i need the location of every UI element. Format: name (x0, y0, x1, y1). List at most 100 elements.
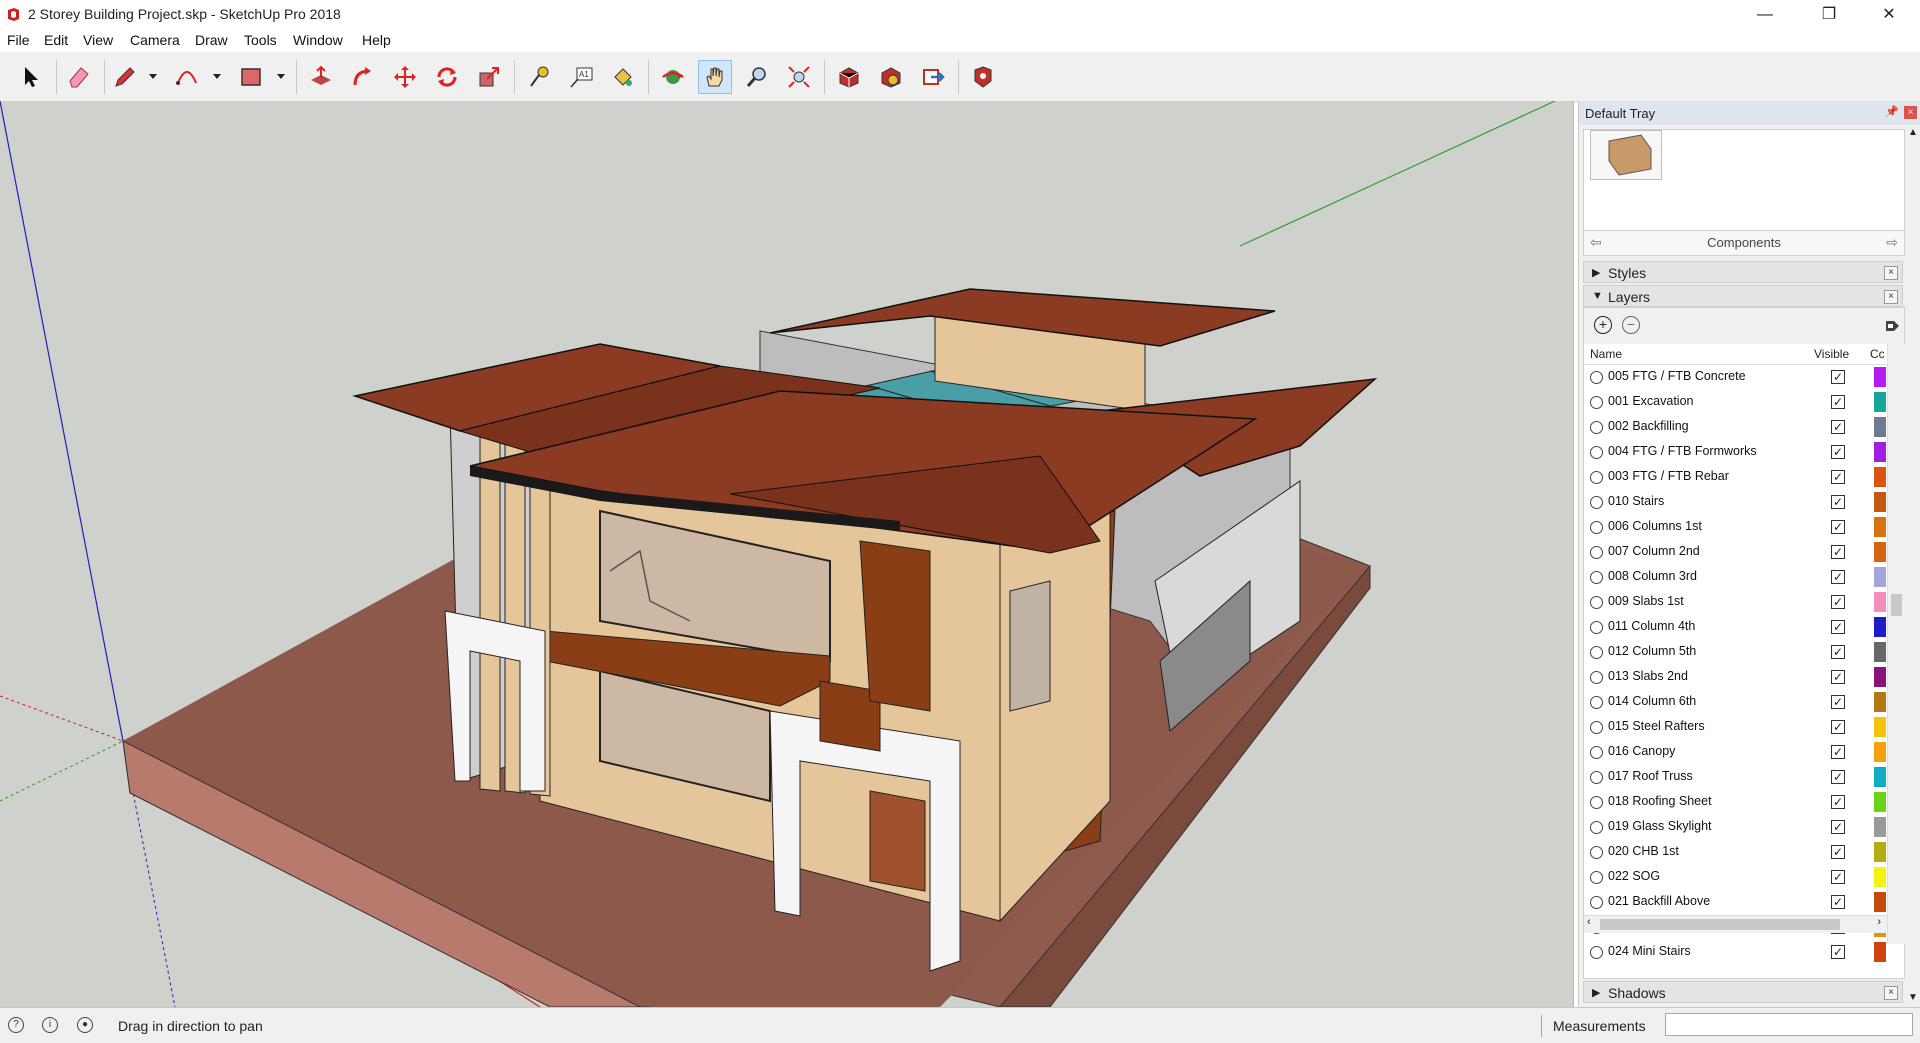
layer-row[interactable]: 020 CHB 1st ✓ (1584, 840, 1886, 865)
layer-row[interactable]: 014 Column 6th ✓ (1584, 690, 1886, 715)
active-layer-radio[interactable] (1590, 646, 1603, 659)
layer-color-swatch[interactable] (1874, 817, 1886, 837)
active-layer-radio[interactable] (1590, 546, 1603, 559)
layer-row[interactable]: 002 Backfilling ✓ (1584, 415, 1886, 440)
layer-visible-checkbox[interactable]: ✓ (1831, 845, 1845, 859)
active-layer-radio[interactable] (1590, 621, 1603, 634)
layer-color-swatch[interactable] (1874, 392, 1886, 412)
layer-row[interactable]: 003 FTG / FTB Rebar ✓ (1584, 465, 1886, 490)
layer-visible-checkbox[interactable]: ✓ (1831, 520, 1845, 534)
chevron-down-icon[interactable] (212, 71, 222, 81)
model-viewport[interactable] (0, 101, 1574, 1007)
layer-visible-checkbox[interactable]: ✓ (1831, 870, 1845, 884)
layer-row[interactable]: 024 Mini Stairs ✓ (1584, 940, 1886, 965)
forward-arrow-icon[interactable]: ⇨ (1886, 234, 1898, 251)
tray-vertical-scrollbar[interactable]: ▲ ▼ (1905, 125, 1920, 1007)
layer-name[interactable]: 005 FTG / FTB Concrete (1608, 369, 1746, 383)
layer-name[interactable]: 024 Mini Stairs (1608, 944, 1691, 958)
layer-visible-checkbox[interactable]: ✓ (1831, 695, 1845, 709)
layer-row[interactable]: 019 Glass Skylight ✓ (1584, 815, 1886, 840)
layer-visible-checkbox[interactable]: ✓ (1831, 470, 1845, 484)
layer-color-swatch[interactable] (1874, 892, 1886, 912)
active-layer-radio[interactable] (1590, 946, 1603, 959)
layer-name[interactable]: 018 Roofing Sheet (1608, 794, 1712, 808)
zoom-tool-button[interactable] (740, 60, 774, 94)
close-icon[interactable]: × (1884, 266, 1898, 280)
layer-row[interactable]: 016 Canopy ✓ (1584, 740, 1886, 765)
layer-name[interactable]: 013 Slabs 2nd (1608, 669, 1688, 683)
active-layer-radio[interactable] (1590, 771, 1603, 784)
active-layer-radio[interactable] (1590, 671, 1603, 684)
layer-visible-checkbox[interactable]: ✓ (1831, 395, 1845, 409)
active-layer-radio[interactable] (1590, 446, 1603, 459)
layer-row[interactable]: 006 Columns 1st ✓ (1584, 515, 1886, 540)
active-layer-radio[interactable] (1590, 796, 1603, 809)
paint-bucket-tool-button[interactable] (606, 60, 640, 94)
layer-visible-checkbox[interactable]: ✓ (1831, 645, 1845, 659)
layer-row[interactable]: 001 Excavation ✓ (1584, 390, 1886, 415)
select-tool-button[interactable] (14, 60, 48, 94)
active-layer-radio[interactable] (1590, 846, 1603, 859)
layer-color-swatch[interactable] (1874, 617, 1886, 637)
layer-color-swatch[interactable] (1874, 442, 1886, 462)
measurements-input[interactable] (1665, 1013, 1913, 1036)
active-layer-radio[interactable] (1590, 571, 1603, 584)
building-model-scene[interactable] (0, 101, 1573, 1007)
layer-visible-checkbox[interactable]: ✓ (1831, 895, 1845, 909)
menu-file[interactable]: File (7, 32, 30, 48)
minimize-button[interactable]: — (1742, 0, 1788, 30)
column-visible[interactable]: Visible (1814, 347, 1849, 361)
layer-row[interactable]: 004 FTG / FTB Formworks ✓ (1584, 440, 1886, 465)
layer-row[interactable]: 018 Roofing Sheet ✓ (1584, 790, 1886, 815)
menu-draw[interactable]: Draw (195, 32, 228, 48)
layer-color-swatch[interactable] (1874, 467, 1886, 487)
menu-edit[interactable]: Edit (44, 32, 68, 48)
restore-button[interactable]: ❐ (1806, 0, 1852, 30)
component-thumbnail[interactable] (1590, 130, 1662, 180)
layer-row[interactable]: 015 Steel Rafters ✓ (1584, 715, 1886, 740)
scrollbar-thumb[interactable] (1600, 919, 1840, 930)
layer-visible-checkbox[interactable]: ✓ (1831, 745, 1845, 759)
scrollbar-thumb[interactable] (1891, 594, 1902, 616)
layer-name[interactable]: 008 Column 3rd (1608, 569, 1697, 583)
menu-window[interactable]: Window (293, 32, 343, 48)
add-layer-icon[interactable]: + (1594, 316, 1612, 334)
menu-help[interactable]: Help (362, 32, 391, 48)
layer-row[interactable]: 021 Backfill Above ✓ (1584, 890, 1886, 915)
layer-visible-checkbox[interactable]: ✓ (1831, 670, 1845, 684)
layer-color-swatch[interactable] (1874, 517, 1886, 537)
layer-name[interactable]: 021 Backfill Above (1608, 894, 1710, 908)
active-layer-radio[interactable] (1590, 471, 1603, 484)
layer-visible-checkbox[interactable]: ✓ (1831, 770, 1845, 784)
active-layer-radio[interactable] (1590, 371, 1603, 384)
scroll-left-icon[interactable]: ‹ (1587, 916, 1591, 928)
3d-warehouse-button[interactable] (832, 60, 866, 94)
layer-visible-checkbox[interactable]: ✓ (1831, 945, 1845, 959)
layer-color-swatch[interactable] (1874, 492, 1886, 512)
tape-measure-tool-button[interactable] (522, 60, 556, 94)
column-name[interactable]: Name (1590, 347, 1622, 361)
layer-name[interactable]: 004 FTG / FTB Formworks (1608, 444, 1757, 458)
layer-name[interactable]: 001 Excavation (1608, 394, 1693, 408)
scroll-up-icon[interactable]: ▲ (1908, 127, 1918, 138)
layer-name[interactable]: 016 Canopy (1608, 744, 1675, 758)
layer-color-swatch[interactable] (1874, 692, 1886, 712)
details-arrow-icon[interactable] (1884, 318, 1900, 334)
layer-name[interactable]: 019 Glass Skylight (1608, 819, 1712, 833)
close-icon[interactable]: × (1884, 290, 1898, 304)
active-layer-radio[interactable] (1590, 746, 1603, 759)
layer-visible-checkbox[interactable]: ✓ (1831, 620, 1845, 634)
active-layer-radio[interactable] (1590, 496, 1603, 509)
layer-row[interactable]: 011 Column 4th ✓ (1584, 615, 1886, 640)
zoom-extents-tool-button[interactable] (782, 60, 816, 94)
active-layer-radio[interactable] (1590, 696, 1603, 709)
layer-row[interactable]: 005 FTG / FTB Concrete ✓ (1584, 365, 1886, 390)
layer-name[interactable]: 015 Steel Rafters (1608, 719, 1705, 733)
layer-name[interactable]: 006 Columns 1st (1608, 519, 1702, 533)
text-tool-button[interactable]: A1 (564, 60, 598, 94)
scroll-down-icon[interactable]: ▼ (1908, 992, 1918, 1003)
layer-color-swatch[interactable] (1874, 867, 1886, 887)
layer-name[interactable]: 011 Column 4th (1608, 619, 1695, 633)
pin-icon[interactable]: 📌 (1885, 105, 1899, 118)
layer-name[interactable]: 003 FTG / FTB Rebar (1608, 469, 1729, 483)
